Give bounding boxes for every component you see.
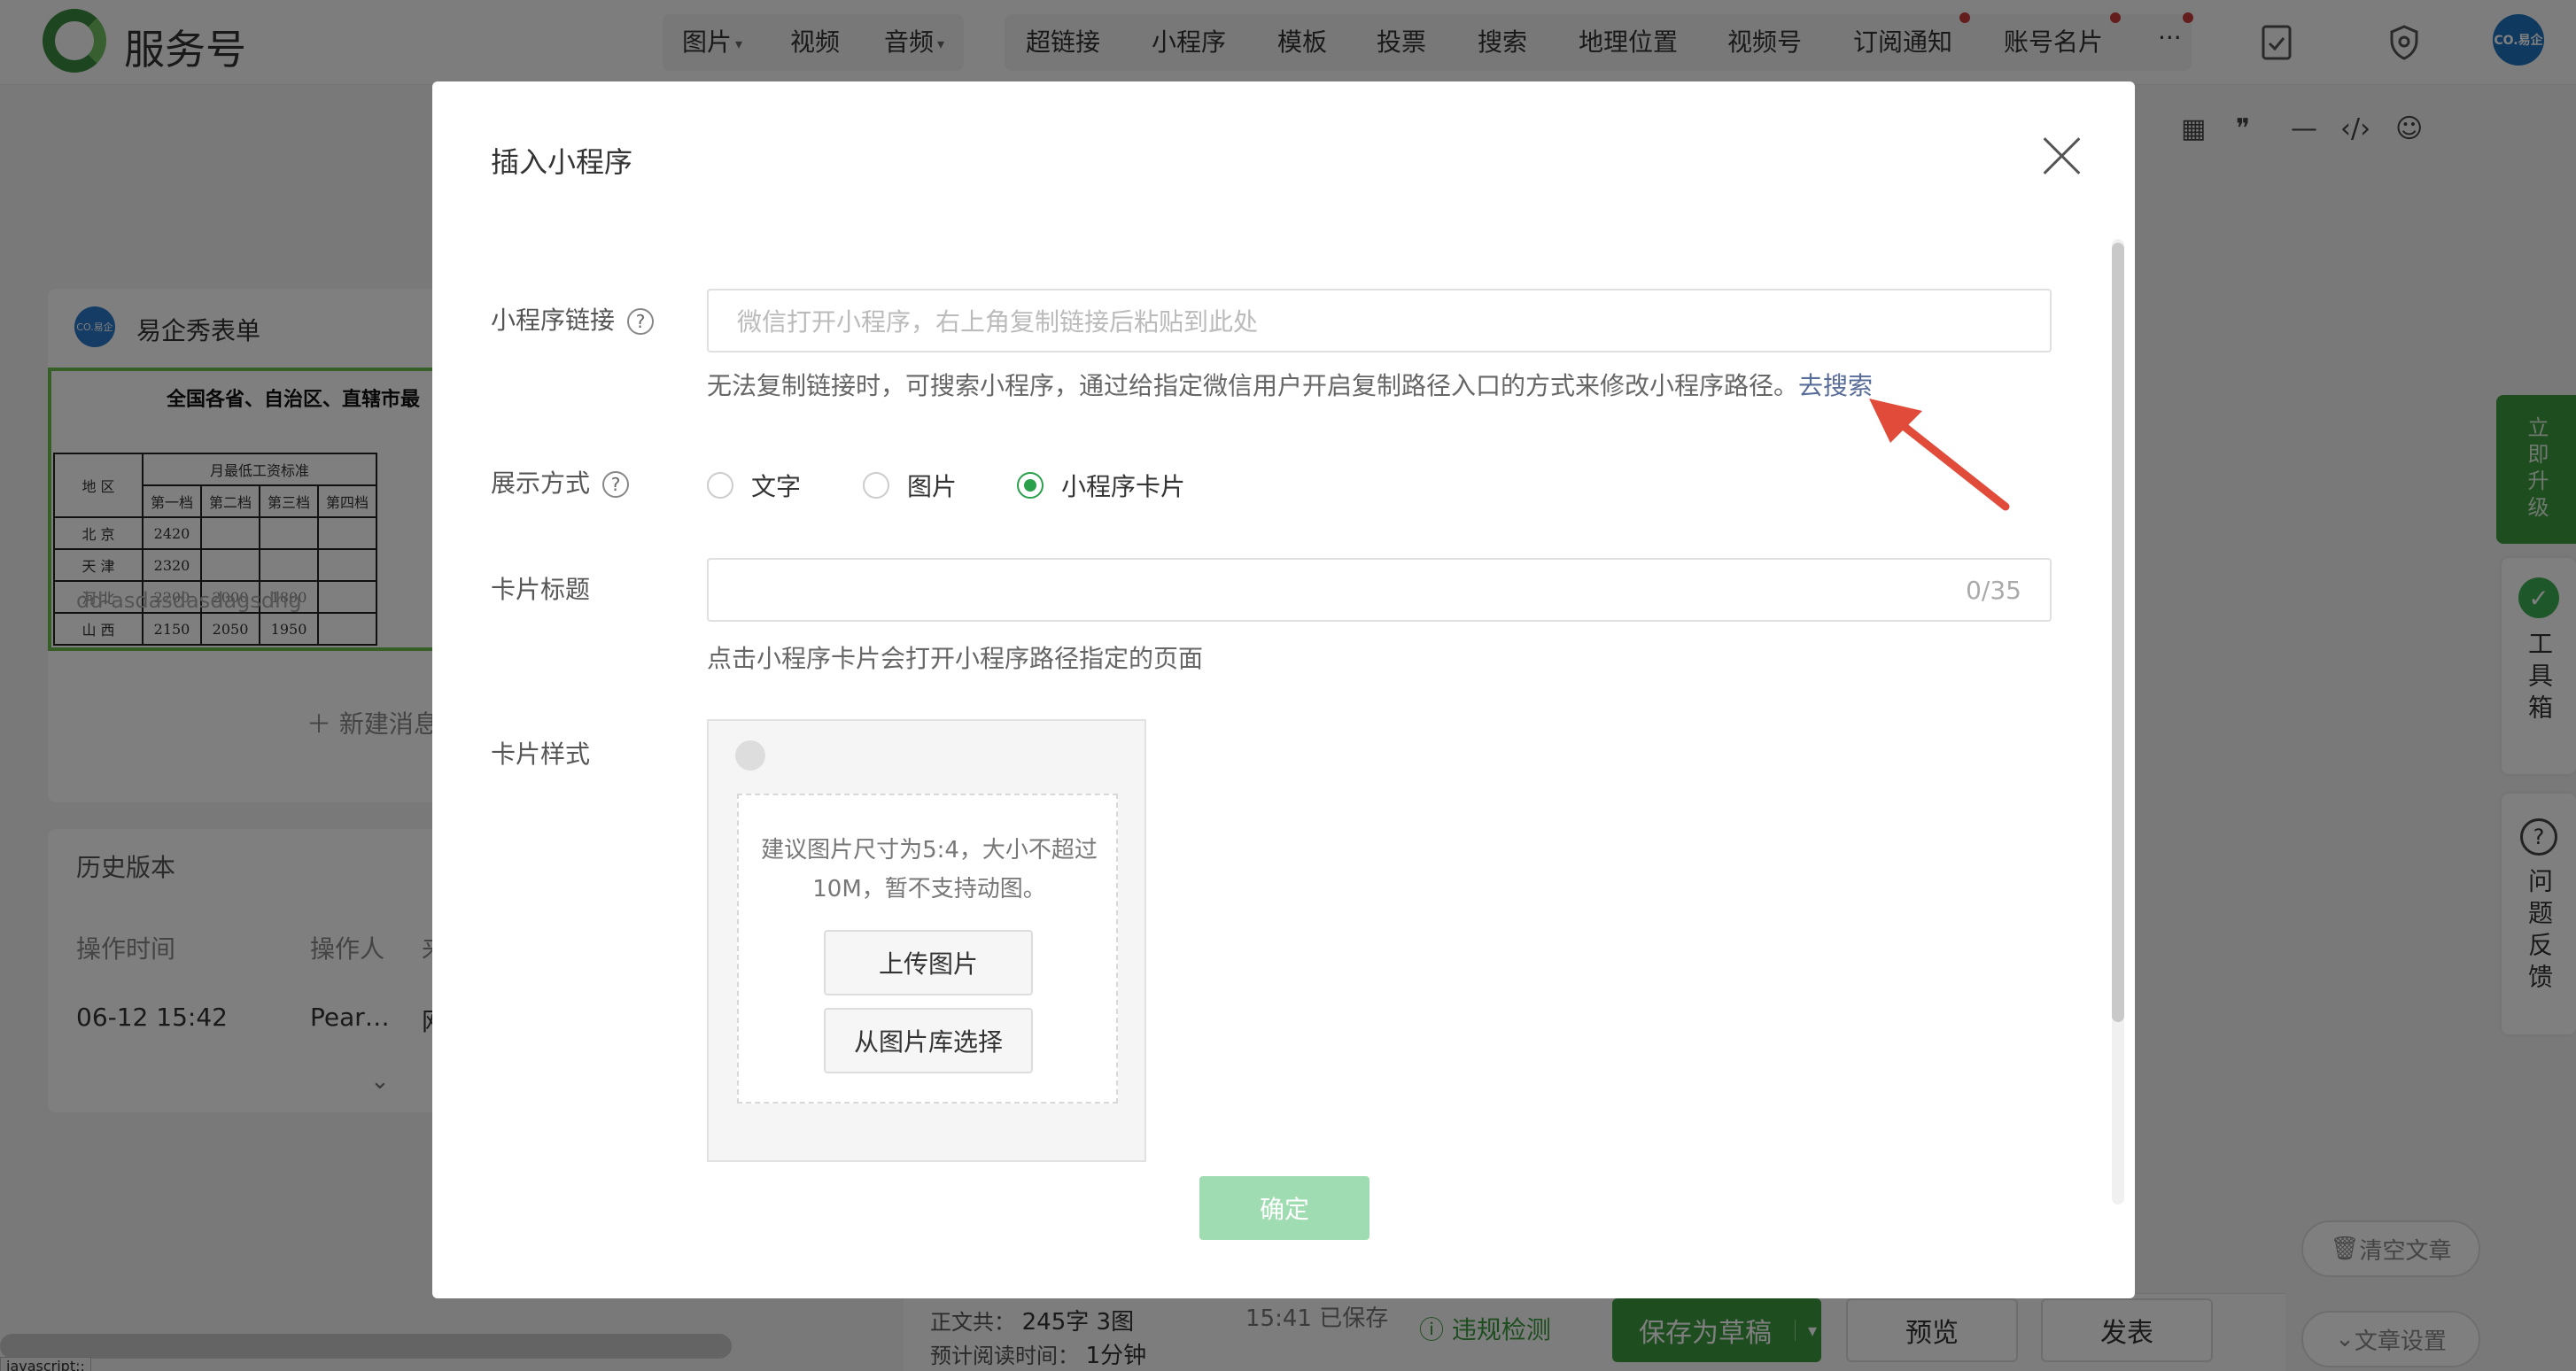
choose-from-library-button[interactable]: 从图片库选择: [824, 1008, 1033, 1073]
card-title-counter: 0/35: [1966, 575, 2021, 605]
card-title-hint: 点击小程序卡片会打开小程序路径指定的页面: [707, 644, 1204, 673]
help-icon[interactable]: ?: [602, 471, 630, 498]
card-preview: 建议图片尺寸为5:4，大小不超过10M，暂不支持动图。 上传图片 从图片库选择: [707, 719, 1146, 1162]
radio-image[interactable]: 图片: [863, 468, 957, 503]
radio-miniprogram-card[interactable]: 小程序卡片: [1017, 468, 1185, 503]
confirm-button[interactable]: 确定: [1199, 1176, 1369, 1240]
link-label: 小程序链接?: [491, 301, 655, 337]
go-search-link[interactable]: 去搜索: [1798, 371, 1873, 400]
upload-hint: 建议图片尺寸为5:4，大小不超过10M，暂不支持动图。: [761, 837, 1098, 902]
card-style-label: 卡片样式: [491, 740, 591, 769]
dialog-scrollbar[interactable]: [2112, 243, 2124, 1022]
upload-area: 建议图片尺寸为5:4，大小不超过10M，暂不支持动图。 上传图片 从图片库选择: [737, 794, 1118, 1104]
radio-text[interactable]: 文字: [707, 468, 801, 503]
card-title-input[interactable]: 0/35: [707, 558, 2052, 622]
annotation-arrow-icon: [1869, 399, 2010, 511]
help-icon[interactable]: ?: [627, 308, 655, 335]
display-label: 展示方式?: [491, 464, 630, 500]
link-hint: 无法复制链接时，可搜索小程序，通过给指定微信用户开启复制路径入口的方式来修改小程…: [707, 371, 1874, 400]
card-title-label: 卡片标题: [491, 575, 591, 604]
upload-image-button[interactable]: 上传图片: [824, 930, 1033, 995]
insert-miniprogram-dialog: 插入小程序 小程序链接? 微信打开小程序，右上角复制链接后粘贴到此处 无法复制链…: [432, 81, 2135, 1298]
miniprogram-link-input[interactable]: 微信打开小程序，右上角复制链接后粘贴到此处: [707, 289, 2052, 352]
dialog-title: 插入小程序: [491, 145, 633, 179]
close-icon[interactable]: [2043, 136, 2082, 175]
avatar-placeholder-icon: [735, 740, 765, 771]
